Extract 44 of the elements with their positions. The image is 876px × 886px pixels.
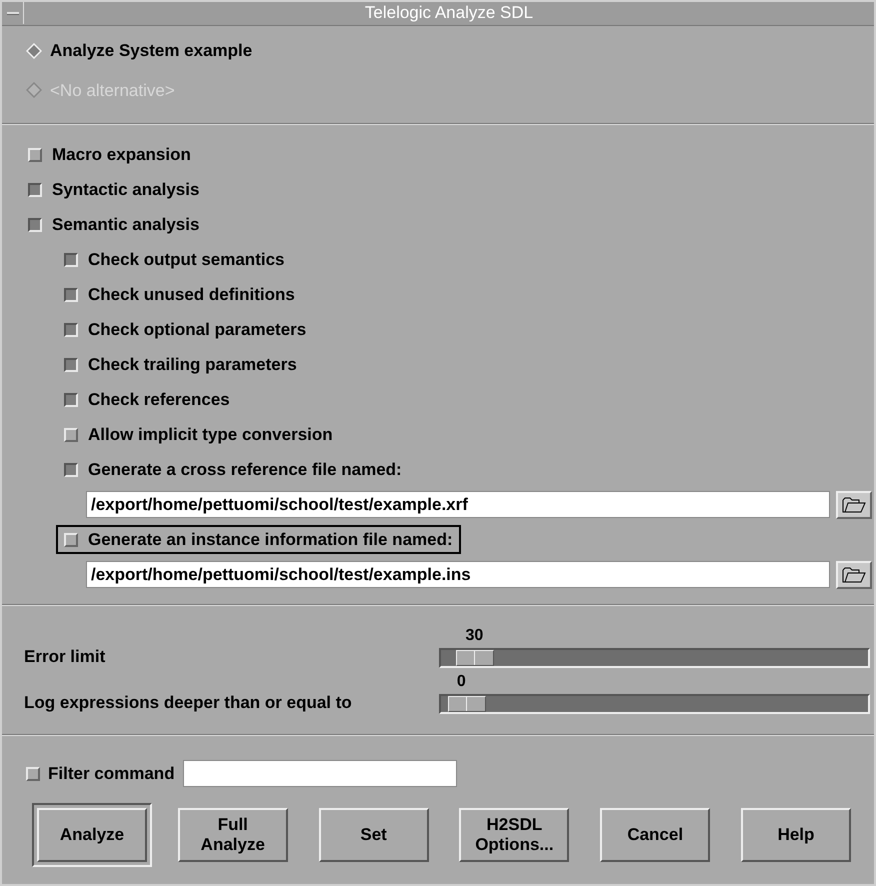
checkbox-label: Generate an instance information file named: — [88, 528, 453, 551]
checkbox-label: Check trailing parameters — [88, 354, 297, 376]
checkbox-label: Syntactic analysis — [52, 178, 200, 201]
slider-value: 30 — [465, 626, 484, 646]
checkbox[interactable] — [64, 252, 78, 266]
dialog-button[interactable]: Cancel — [600, 808, 710, 862]
dialog-button[interactable]: Help — [740, 808, 851, 862]
browse-folder-button[interactable] — [836, 490, 872, 518]
filter-command-field[interactable] — [182, 760, 457, 787]
browse-folder-button[interactable] — [836, 560, 872, 588]
checkbox-label: Check references — [88, 388, 230, 411]
checkbox-label: Check optional parameters — [88, 318, 306, 341]
slider-label: Error limit — [24, 646, 106, 668]
checkbox[interactable] — [64, 358, 78, 372]
slider-thumb[interactable] — [456, 650, 494, 666]
file-path-field[interactable]: /export/home/pettuomi/school/test/example.ins — [86, 561, 830, 588]
checkbox-label: Semantic analysis — [52, 214, 200, 236]
dialog-button[interactable]: Analyze — [37, 808, 147, 862]
slider-track[interactable] — [439, 694, 870, 714]
checkbox[interactable] — [64, 462, 78, 476]
slider-thumb[interactable] — [448, 696, 486, 712]
checkbox[interactable] — [64, 322, 78, 336]
folder-icon — [842, 496, 866, 512]
window-title: Telelogic Analyze SDL — [364, 2, 534, 24]
slider-track[interactable] — [439, 648, 870, 668]
checkbox[interactable] — [64, 392, 78, 406]
slider-label: Log expressions deeper than or equal to — [24, 692, 353, 714]
menu-icon[interactable] — [6, 12, 18, 14]
checkbox-label: Check output semantics — [88, 248, 284, 271]
checkbox-label: Generate a cross reference file named: — [88, 458, 402, 481]
checkbox[interactable] — [28, 218, 42, 232]
slider-value: 0 — [456, 672, 466, 692]
file-path-field[interactable]: /export/home/pettuomi/school/test/example.xrf — [86, 491, 830, 518]
checkbox-label: Filter command — [48, 762, 175, 785]
dialog-button[interactable]: Full Analyze — [178, 808, 288, 862]
checkbox[interactable] — [64, 288, 78, 302]
dialog-button[interactable]: H2SDL Options... — [459, 808, 570, 862]
checkbox-label: Check unused definitions — [88, 284, 295, 306]
checkbox-label: Macro expansion — [52, 144, 191, 166]
checkbox[interactable] — [28, 182, 42, 196]
dialog-button[interactable]: Set — [318, 808, 429, 862]
radio-label: Analyze System example — [50, 40, 252, 62]
checkbox-label: Allow implicit type conversion — [88, 424, 333, 446]
folder-icon — [842, 566, 866, 582]
